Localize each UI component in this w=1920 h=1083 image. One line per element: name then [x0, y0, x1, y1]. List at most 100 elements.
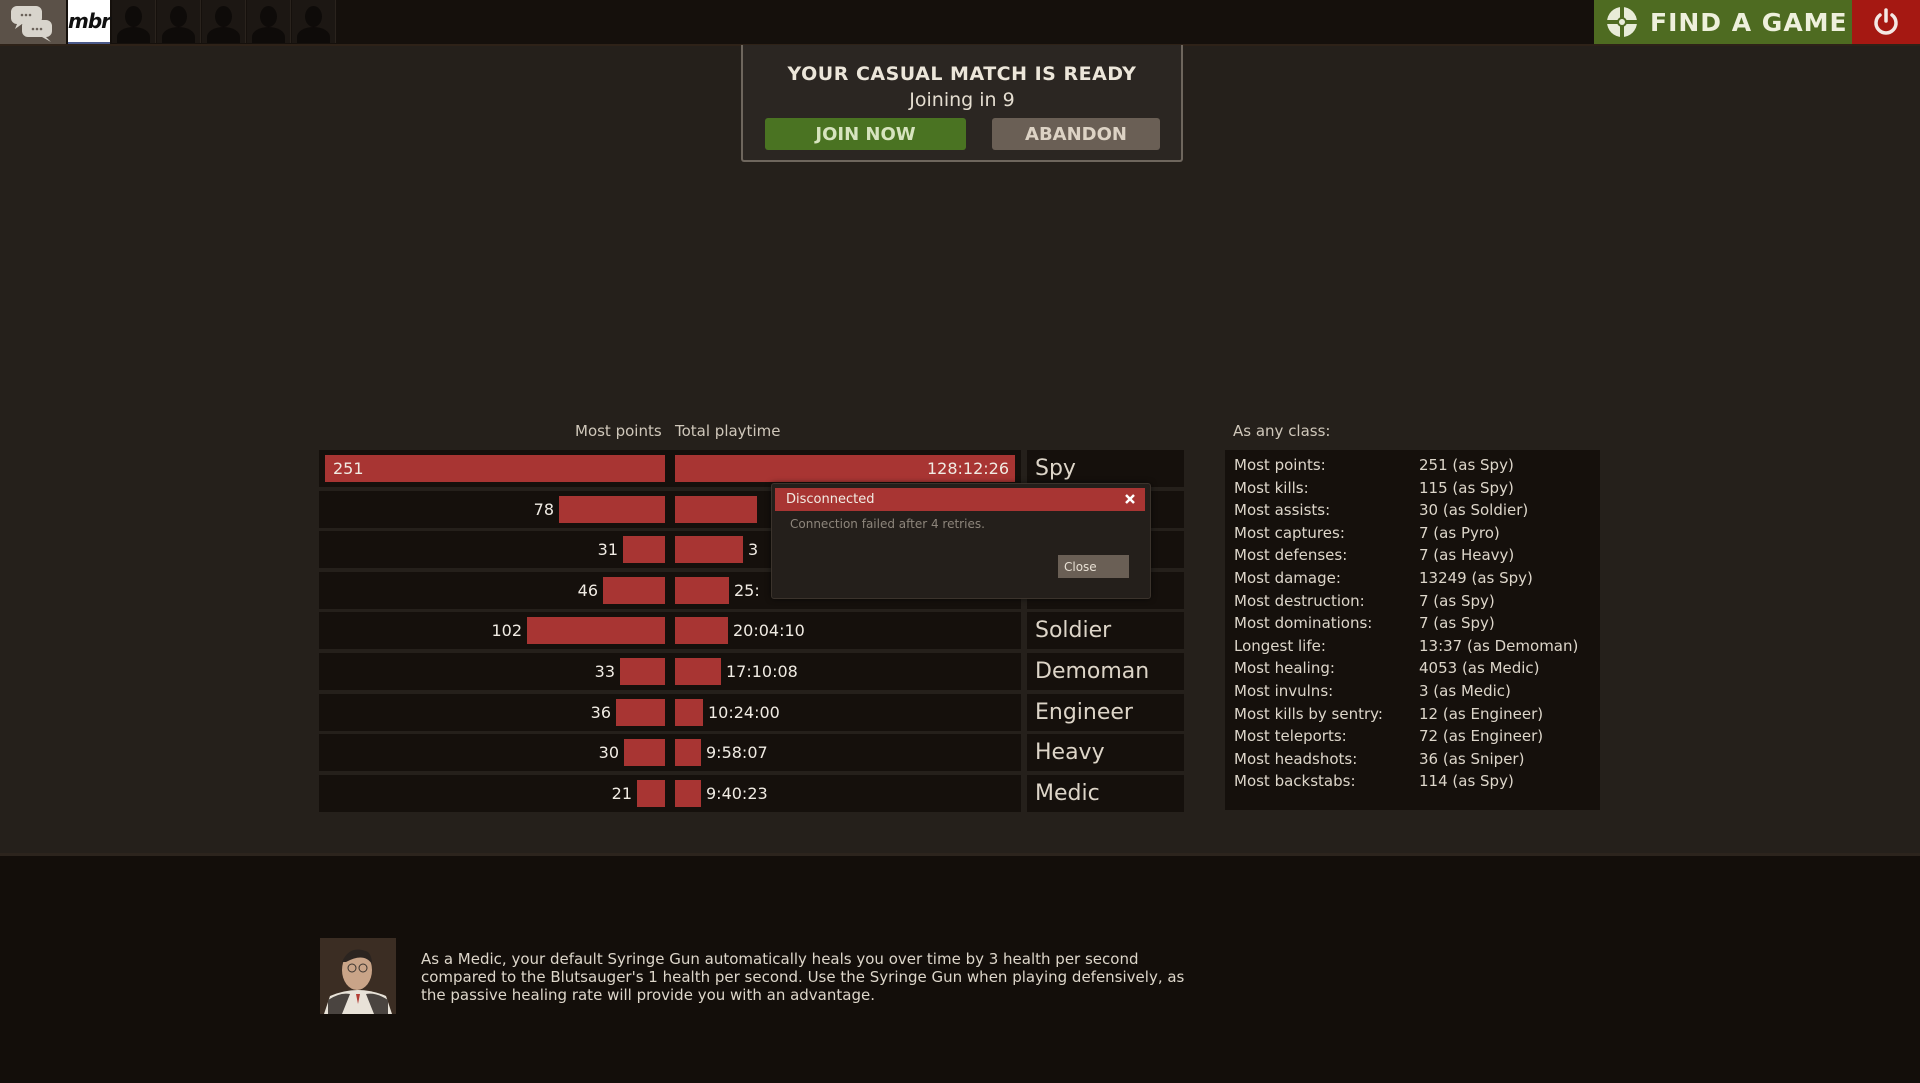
playtime-value: 3 [748, 540, 759, 559]
points-value: 251 [333, 459, 364, 478]
playtime-value: 20:04:10 [733, 621, 805, 640]
points-bar [623, 536, 665, 563]
quit-button[interactable] [1852, 0, 1920, 44]
playtime-value: 9:40:23 [706, 784, 768, 803]
playtime-value: 9:58:07 [706, 743, 768, 762]
party-slot-empty[interactable] [202, 0, 246, 43]
record-value: 7 (as Spy) [1419, 614, 1495, 633]
record-value: 72 (as Engineer) [1419, 727, 1544, 746]
party-slot-empty[interactable] [292, 0, 336, 43]
points-bar [559, 496, 665, 523]
party-slot-empty[interactable] [157, 0, 201, 43]
playtime-bar [675, 739, 701, 766]
party-slot-empty[interactable] [247, 0, 291, 43]
record-label: Longest life: [1234, 636, 1326, 655]
class-name: Engineer [1027, 694, 1184, 731]
class-name: Medic [1027, 775, 1184, 812]
record-value: 3 (as Medic) [1419, 682, 1511, 700]
close-icon[interactable] [1122, 491, 1138, 507]
disconnected-dialog: Disconnected Connection failed after 4 r… [771, 483, 1151, 599]
record-label: Most healing: [1234, 659, 1335, 678]
record-value: 7 (as Heavy) [1419, 546, 1515, 565]
class-stats-row [319, 734, 1021, 771]
dialog-title-bar: Disconnected [775, 488, 1145, 511]
tf2-logo-icon [1606, 6, 1638, 38]
dialog-title: Disconnected [786, 492, 875, 507]
joining-countdown: Joining in 9 [909, 89, 1015, 111]
class-name: Spy [1027, 450, 1184, 487]
power-icon [1874, 8, 1898, 35]
find-a-game-button[interactable]: FIND A GAME [1594, 0, 1852, 44]
points-value: 102 [491, 621, 522, 640]
top-bar: mbr FIND A GAME [0, 0, 1920, 46]
record-value: 115 (as Spy) [1419, 478, 1514, 497]
points-value: 31 [597, 540, 618, 559]
points-value: 36 [590, 703, 611, 722]
points-value: 33 [594, 662, 615, 681]
class-stats-row [319, 653, 1021, 690]
record-label: Most destruction: [1234, 591, 1365, 610]
points-value: 30 [598, 743, 619, 762]
silhouette-icon [305, 6, 322, 27]
find-a-game-label: FIND A GAME [1650, 7, 1848, 37]
class-name: Soldier [1027, 612, 1184, 649]
points-bar [603, 577, 665, 604]
playtime-value: 25: [734, 581, 760, 600]
playtime-bar [675, 780, 701, 807]
tip-text: As a Medic, your default Syringe Gun aut… [421, 950, 1185, 1004]
record-value: 30 (as Soldier) [1419, 501, 1529, 520]
class-stats-row [319, 775, 1021, 812]
record-value: 114 (as Spy) [1419, 772, 1514, 791]
party-slot-empty[interactable] [112, 0, 156, 43]
playtime-bar [675, 496, 757, 523]
points-bar [637, 780, 665, 807]
chat-bubbles-icon [11, 6, 52, 42]
dialog-close-button[interactable]: Close [1058, 555, 1129, 578]
playtime-value: 10:24:00 [708, 703, 780, 722]
chat-button[interactable] [0, 0, 66, 44]
class-name: Heavy [1027, 734, 1184, 771]
record-label: Most dominations: [1234, 614, 1373, 633]
points-value: 21 [611, 784, 632, 803]
silhouette-icon [170, 6, 187, 27]
match-ready-title: YOUR CASUAL MATCH IS READY [787, 63, 1137, 85]
dialog-message: Connection failed after 4 retries. [790, 517, 985, 531]
record-value: 7 (as Pyro) [1419, 523, 1500, 542]
medic-portrait-icon [320, 938, 396, 1014]
record-label: Most kills: [1234, 478, 1309, 497]
playtime-bar [675, 617, 728, 644]
playtime-bar [675, 577, 729, 604]
points-value: 78 [533, 500, 554, 519]
record-label: Most headshots: [1234, 749, 1358, 768]
record-value: 36 (as Sniper) [1419, 749, 1525, 768]
total-playtime-header: Total playtime [675, 422, 781, 440]
record-label: Most points: [1234, 456, 1326, 474]
record-value: 12 (as Engineer) [1419, 704, 1544, 723]
playtime-bar [675, 658, 721, 685]
points-value: 46 [577, 581, 598, 600]
record-label: Most captures: [1234, 523, 1345, 542]
record-value: 251 (as Spy) [1419, 456, 1514, 474]
join-now-button[interactable]: JOIN NOW [765, 118, 966, 150]
points-bar [527, 617, 665, 644]
playtime-value: 17:10:08 [726, 662, 798, 681]
record-label: Most assists: [1234, 501, 1331, 520]
record-label: Most backstabs: [1234, 772, 1356, 791]
record-label: Most defenses: [1234, 546, 1348, 565]
any-class-records: Most points: 251 (as Spy) Most kills: 115 (… [1225, 450, 1600, 810]
match-ready-panel: YOUR CASUAL MATCH IS READY Joining in 9 … [741, 45, 1183, 162]
silhouette-icon [260, 6, 277, 27]
record-value: 13249 (as Spy) [1419, 569, 1533, 587]
any-class-heading: As any class: [1233, 422, 1331, 440]
record-label: Most teleports: [1234, 727, 1347, 746]
class-name: Demoman [1027, 653, 1184, 690]
record-label: Most invulns: [1234, 682, 1334, 700]
points-bar [616, 699, 665, 726]
playtime-bar [675, 536, 743, 563]
playtime-value: 128:12:26 [926, 459, 1009, 478]
abandon-button[interactable]: ABANDON [992, 118, 1160, 150]
party-avatar[interactable]: mbr [68, 0, 111, 44]
record-label: Most kills by sentry: [1234, 704, 1383, 723]
record-label: Most damage: [1234, 569, 1341, 587]
class-stats-row [319, 612, 1021, 649]
